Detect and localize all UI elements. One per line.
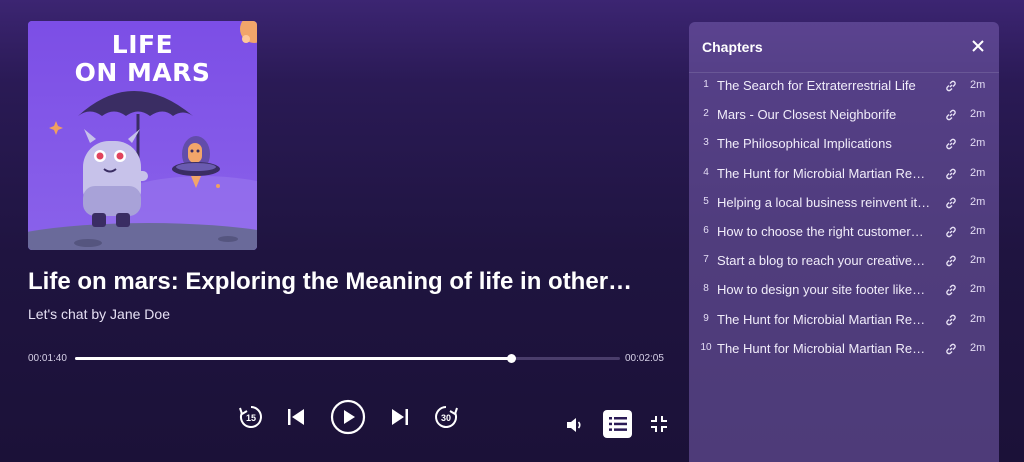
cover-title: LIFE ON MARS <box>74 30 211 87</box>
episode-subtitle: Let's chat by Jane Doe <box>28 306 170 322</box>
podcast-cover-art: LIFE ON MARS <box>28 21 257 250</box>
chapter-duration: 2m <box>970 312 986 325</box>
chapter-number: 8 <box>703 283 709 295</box>
play-icon <box>330 399 366 435</box>
chapter-item[interactable]: 6 How to choose the right customer… 2m <box>689 218 999 247</box>
previous-icon <box>288 409 304 425</box>
skip-forward-30-button[interactable]: 30 <box>431 402 461 432</box>
volume-icon <box>567 418 581 432</box>
chapter-number: 2 <box>703 108 709 120</box>
chapter-title[interactable]: The Hunt for Microbial Martian Resi… <box>717 312 931 327</box>
next-button[interactable] <box>388 405 412 429</box>
chapter-title[interactable]: Helping a local business reinvent it… <box>717 195 931 210</box>
chapter-duration: 2m <box>970 79 986 91</box>
progress-fill <box>75 357 511 360</box>
chapter-number: 4 <box>703 166 709 178</box>
chapter-duration: 2m <box>970 166 986 179</box>
close-icon <box>972 40 984 52</box>
chapter-number: 10 <box>700 341 712 353</box>
chapter-number: 3 <box>703 137 709 149</box>
link-icon[interactable] <box>944 196 958 210</box>
chapter-item[interactable]: 4 The Hunt for Microbial Martian Resi… 2m <box>689 160 999 189</box>
close-chapters-button[interactable] <box>970 38 986 54</box>
chapter-title[interactable]: Mars - Our Closest Neighborife <box>717 107 931 122</box>
next-icon <box>392 409 408 425</box>
minimize-icon <box>651 416 667 432</box>
progress-handle[interactable] <box>507 354 516 363</box>
chapters-toggle-button[interactable] <box>603 410 632 438</box>
chapters-panel: Chapters 1 The Search for Extraterrestria… <box>689 22 999 462</box>
progress-bar[interactable] <box>75 354 620 363</box>
link-icon[interactable] <box>944 167 958 181</box>
previous-button[interactable] <box>284 405 308 429</box>
chapter-number: 6 <box>703 225 709 236</box>
chapter-item[interactable]: 2 Mars - Our Closest Neighborife 2m <box>689 101 999 130</box>
volume-button[interactable] <box>564 415 586 435</box>
play-button[interactable] <box>330 399 366 435</box>
svg-text:30: 30 <box>441 413 451 423</box>
chapter-duration: 2m <box>970 254 986 267</box>
link-icon[interactable] <box>944 225 958 239</box>
current-time: 00:01:40 <box>28 353 67 364</box>
link-icon[interactable] <box>944 79 958 93</box>
chapter-item[interactable]: 3 The Philosophical Implications 2m <box>689 130 999 159</box>
chapter-item[interactable]: 1 The Search for Extraterrestrial Life 2m <box>689 72 999 101</box>
link-icon[interactable] <box>944 108 958 122</box>
chapter-item[interactable]: 9 The Hunt for Microbial Martian Resi… 2m <box>689 306 999 335</box>
chapter-title[interactable]: How to design your site footer like… <box>717 282 931 297</box>
link-icon[interactable] <box>944 137 958 151</box>
chapter-duration: 2m <box>970 195 986 208</box>
link-icon[interactable] <box>944 313 958 327</box>
chapter-item[interactable]: 5 Helping a local business reinvent it… 2m <box>689 189 999 218</box>
chapter-duration: 2m <box>970 137 986 150</box>
total-time: 00:02:05 <box>625 353 664 364</box>
chapter-duration: 2m <box>970 225 986 237</box>
skip-back-15-button[interactable]: 15 <box>236 402 266 432</box>
chapter-item[interactable]: 8 How to design your site footer like… 2m <box>689 276 999 305</box>
chapter-duration: 2m <box>970 283 986 296</box>
chapter-number: 9 <box>703 312 709 324</box>
chapter-number: 1 <box>703 79 709 90</box>
chapter-title[interactable]: The Search for Extraterrestrial Life <box>717 78 931 93</box>
chapter-title[interactable]: The Hunt for Microbial Martian Resi… <box>717 341 931 356</box>
skip-forward-30-icon: 30 <box>435 406 458 428</box>
chapter-item[interactable]: 10 The Hunt for Microbial Martian Resi… 2m <box>689 335 999 364</box>
link-icon[interactable] <box>944 283 958 297</box>
chapter-item[interactable]: 7 Start a blog to reach your creative… 2m <box>689 247 999 276</box>
chapters-list-icon <box>608 417 627 431</box>
svg-text:15: 15 <box>246 413 256 423</box>
link-icon[interactable] <box>944 254 958 268</box>
chapter-title[interactable]: The Philosophical Implications <box>717 136 931 151</box>
chapter-duration: 2m <box>970 108 986 121</box>
episode-title: Life on mars: Exploring the Meaning of l… <box>28 268 633 295</box>
chapter-duration: 2m <box>970 341 986 354</box>
chapter-title[interactable]: How to choose the right customer… <box>717 224 931 239</box>
skip-back-15-icon: 15 <box>239 406 262 428</box>
chapter-number: 7 <box>703 254 709 266</box>
minimize-button[interactable] <box>648 413 670 435</box>
chapter-number: 5 <box>703 195 709 207</box>
link-icon[interactable] <box>944 342 958 356</box>
chapter-title[interactable]: The Hunt for Microbial Martian Resi… <box>717 166 931 181</box>
chapter-title[interactable]: Start a blog to reach your creative… <box>717 253 931 268</box>
chapters-header: Chapters <box>702 39 763 55</box>
